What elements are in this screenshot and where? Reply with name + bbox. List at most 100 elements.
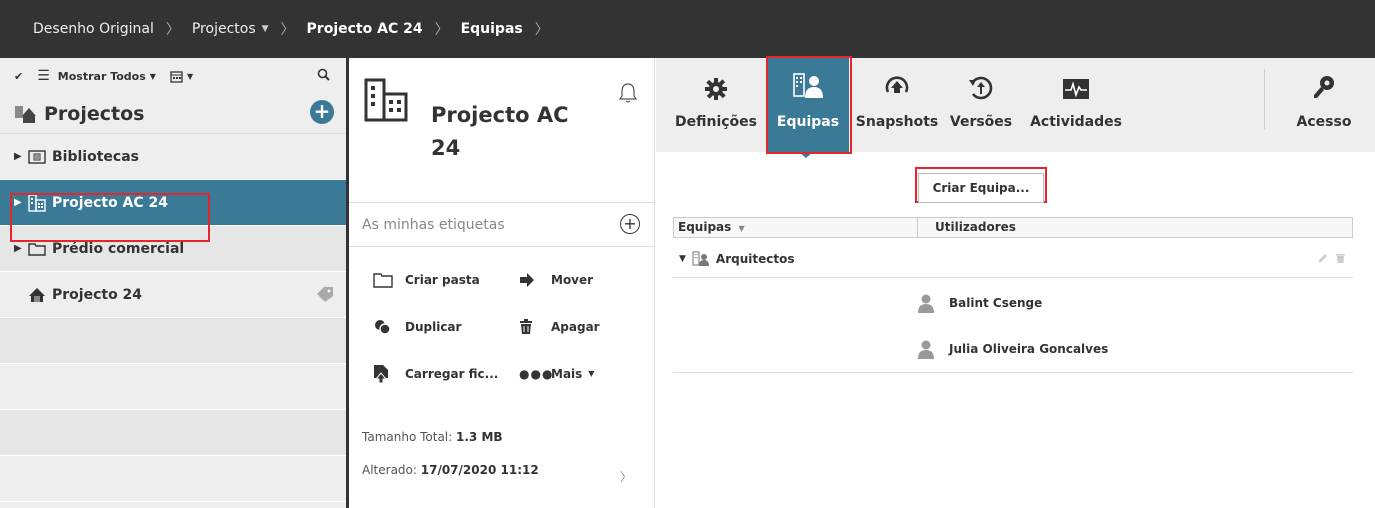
sidebar-toolbar: ✔ ☰ Mostrar Todos ▼ ▼ — [0, 58, 346, 94]
col-header-label: Equipas — [678, 220, 732, 234]
tree-item-projecto-ac-24[interactable]: ▶ Projecto AC 24 — [0, 180, 346, 226]
pencil-icon[interactable] — [1318, 252, 1328, 266]
caret-down-icon[interactable]: ▼ — [262, 24, 269, 34]
projects-sidebar: ✔ ☰ Mostrar Todos ▼ ▼ Projectos + ▶ Bibl… — [0, 58, 346, 508]
my-tags-row[interactable]: As minhas etiquetas + — [349, 203, 654, 247]
move-action[interactable]: Mover — [519, 256, 659, 303]
team-icon — [792, 58, 824, 106]
arrow-right-icon — [519, 272, 551, 287]
tree-item-label: Projecto AC 24 — [52, 194, 169, 211]
create-team-button[interactable]: Criar Equipa... — [918, 173, 1044, 203]
duplicate-icon — [373, 318, 405, 336]
folder-icon — [28, 242, 46, 256]
breadcrumb: Desenho Original 〉 Projectos ▼ 〉 Project… — [0, 0, 1375, 58]
modified-label: Alterado: — [362, 463, 417, 477]
project-actions: Criar pasta Mover Duplicar Apagar Carreg… — [349, 256, 654, 397]
chevron-right-icon: 〉 — [280, 22, 295, 38]
versions-icon — [968, 58, 994, 106]
create-folder-action[interactable]: Criar pasta — [373, 256, 519, 303]
filter-menu[interactable]: ☰ Mostrar Todos ▼ — [37, 68, 156, 84]
project-details-panel: Projecto AC 24 As minhas etiquetas + Cri… — [349, 58, 655, 508]
list-icon: ☰ — [37, 68, 50, 84]
tree-item-bibliotecas[interactable]: ▶ Bibliotecas — [0, 134, 346, 180]
project-icon — [28, 287, 46, 303]
tab-versoes[interactable]: Versões — [940, 58, 1022, 152]
tab-acesso[interactable]: Acesso — [1278, 58, 1370, 152]
caret-down-icon: ▼ — [588, 369, 595, 378]
user-avatar-icon — [917, 293, 935, 313]
duplicate-action[interactable]: Duplicar — [373, 303, 519, 350]
search-icon[interactable] — [317, 68, 330, 84]
user-row[interactable]: Balint Csenge — [917, 280, 1042, 326]
user-row[interactable]: Julia Oliveira Goncalves — [917, 326, 1108, 372]
expand-arrow-icon[interactable]: ▶ — [14, 151, 28, 162]
upload-file-label: Carregar fic... — [405, 366, 499, 381]
breadcrumb-projecto-ac-24[interactable]: Projecto AC 24 — [307, 21, 423, 37]
breadcrumb-equipas[interactable]: Equipas — [461, 21, 523, 37]
tab-equipas[interactable]: Equipas — [767, 58, 849, 152]
teams-grid-header: Equipas ▼ Utilizadores — [673, 217, 1353, 238]
tab-label: Acesso — [1296, 114, 1352, 130]
tree-item-projecto-24[interactable]: Projecto 24 — [0, 272, 346, 318]
project-title-line2: 24 — [431, 136, 461, 160]
expand-arrow-icon[interactable]: ▶ — [14, 197, 28, 208]
projects-title: Projectos — [44, 102, 145, 125]
tree-item-predio-comercial[interactable]: ▶ Prédio comercial — [0, 226, 346, 272]
projects-header: Projectos + — [0, 94, 346, 134]
bell-icon[interactable] — [618, 82, 638, 108]
tab-actividades[interactable]: Actividades — [1024, 58, 1128, 152]
calendar-icon — [170, 70, 183, 83]
tab-label: Definições — [674, 114, 757, 130]
snapshot-icon — [884, 58, 910, 106]
tab-bar: Definições Equipas Snapshots Versões Act… — [656, 58, 1375, 158]
calendar-filter[interactable]: ▼ — [170, 70, 193, 83]
team-name: Arquitectos — [715, 251, 795, 266]
row-tools — [1318, 252, 1345, 266]
divider — [673, 372, 1353, 373]
col-header-utilizadores[interactable]: Utilizadores — [917, 218, 1016, 237]
tab-snapshots[interactable]: Snapshots — [852, 58, 942, 152]
tab-definicoes[interactable]: Definições — [666, 58, 766, 152]
total-size: Tamanho Total: 1.3 MB — [362, 430, 503, 444]
breadcrumb-desenho-original[interactable]: Desenho Original — [33, 21, 154, 37]
tree-item-label: Projecto 24 — [52, 286, 143, 303]
upload-file-action[interactable]: Carregar fic... — [373, 350, 519, 397]
check-icon[interactable]: ✔ — [14, 70, 23, 83]
col-header-equipas[interactable]: Equipas ▼ — [678, 220, 745, 234]
sort-caret-icon: ▼ — [738, 224, 745, 233]
total-size-label: Tamanho Total: — [362, 430, 453, 444]
breadcrumb-projectos[interactable]: Projectos ▼ — [192, 21, 269, 37]
add-project-button[interactable]: + — [310, 100, 334, 124]
move-label: Mover — [551, 272, 594, 287]
breadcrumb-projectos-label: Projectos — [191, 21, 256, 37]
more-actions-menu[interactable]: ●●● Mais ▼ — [519, 350, 659, 397]
modified-date: Alterado: 17/07/2020 11:12 — [362, 463, 539, 477]
tag-icon[interactable] — [316, 286, 334, 306]
trash-icon[interactable] — [1336, 252, 1345, 266]
library-folder-icon — [28, 149, 46, 164]
add-tag-button[interactable]: + — [620, 214, 640, 234]
folder-icon — [373, 272, 405, 288]
total-size-value: 1.3 MB — [456, 430, 503, 444]
modified-value: 17/07/2020 11:12 — [420, 463, 539, 477]
collapse-arrow-icon[interactable]: ▼ — [679, 254, 686, 264]
my-tags-label: As minhas etiquetas — [362, 216, 505, 233]
team-row[interactable]: ▼ Arquitectos — [673, 240, 1353, 278]
project-header: Projecto AC 24 — [349, 58, 654, 203]
tree-empty-row — [0, 456, 346, 502]
projects-icon — [14, 104, 36, 124]
chevron-right-icon: 〉 — [165, 22, 180, 38]
user-avatar-icon — [917, 339, 935, 359]
chevron-right-icon: 〉 — [434, 22, 449, 38]
tab-separator — [1264, 69, 1265, 129]
tab-label: Versões — [949, 114, 1013, 130]
delete-action[interactable]: Apagar — [519, 303, 659, 350]
caret-down-icon: ▼ — [149, 71, 156, 81]
project-title-line1: Projecto AC — [431, 103, 569, 127]
key-icon — [1312, 58, 1336, 106]
expand-arrow-icon[interactable]: ▶ — [14, 243, 28, 254]
chevron-right-icon[interactable]: 〉 — [620, 468, 632, 485]
user-name: Balint Csenge — [949, 296, 1043, 310]
duplicate-label: Duplicar — [405, 319, 462, 334]
trash-icon — [519, 318, 551, 335]
